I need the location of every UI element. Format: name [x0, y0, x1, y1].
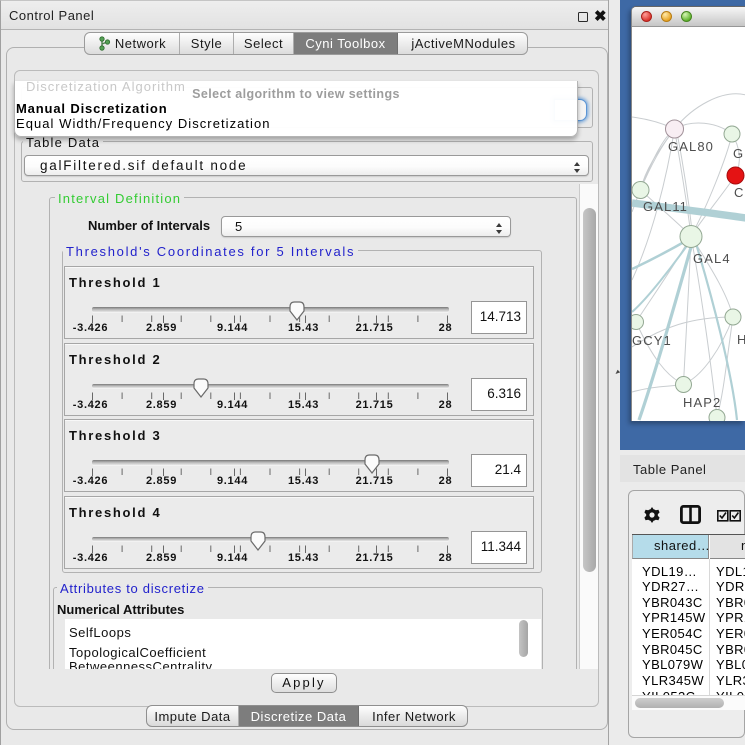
svg-text:G.: G. — [733, 146, 745, 161]
svg-text:GCY1: GCY1 — [632, 333, 672, 348]
svg-text:GAL80: GAL80 — [668, 139, 714, 154]
svg-text:HAP2: HAP2 — [683, 395, 721, 410]
svg-text:C: C — [734, 185, 745, 200]
svg-text:GAL4: GAL4 — [693, 251, 731, 266]
svg-text:H: H — [737, 332, 745, 347]
svg-text:GAL11: GAL11 — [643, 199, 688, 214]
